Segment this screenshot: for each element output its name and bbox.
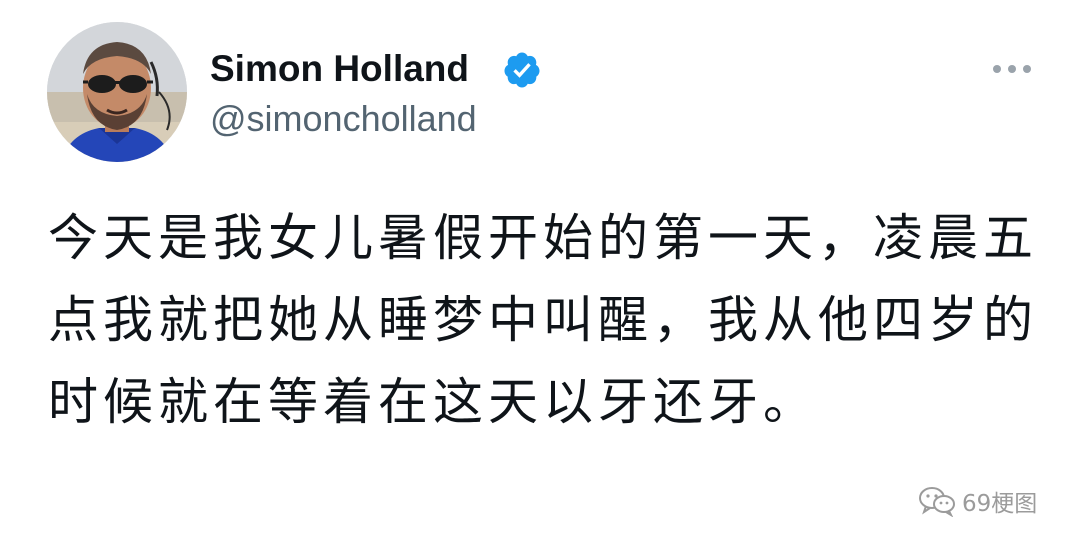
handle[interactable]: @simoncholland (210, 95, 477, 143)
watermark-label: 69梗图 (962, 491, 1038, 517)
more-horizontal-icon (993, 65, 1001, 73)
avatar[interactable] (47, 22, 187, 162)
more-options-button[interactable] (982, 50, 1042, 88)
tweet-card: Simon Holland @simoncholland 今天是我女儿暑假开始的… (0, 0, 1080, 549)
watermark: 69梗图 (918, 483, 1037, 519)
wechat-icon (919, 487, 955, 517)
display-name[interactable]: Simon Holland (210, 44, 469, 94)
avatar-photo (47, 22, 187, 162)
verified-badge-icon (504, 52, 540, 88)
tweet-text: 今天是我女儿暑假开始的第一天，凌晨五点我就把她从睡梦中叫醒，我从他四岁的时候就在… (48, 209, 1038, 431)
